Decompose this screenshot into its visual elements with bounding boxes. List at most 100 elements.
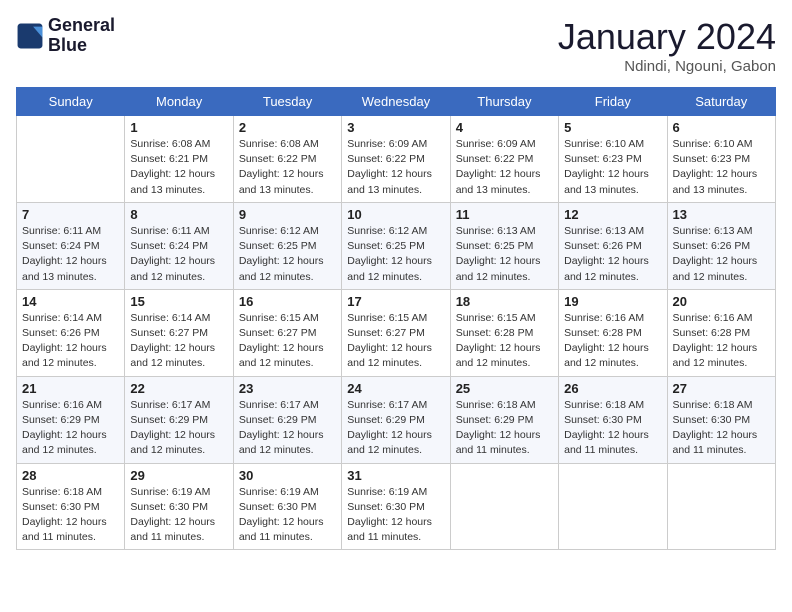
calendar-cell: 31 Sunrise: 6:19 AMSunset: 6:30 PMDayligh… — [342, 463, 450, 550]
day-info: Sunrise: 6:18 AMSunset: 6:29 PMDaylight:… — [456, 398, 553, 459]
day-info: Sunrise: 6:19 AMSunset: 6:30 PMDaylight:… — [130, 485, 227, 546]
day-info: Sunrise: 6:12 AMSunset: 6:25 PMDaylight:… — [347, 224, 444, 285]
day-number: 2 — [239, 120, 336, 135]
day-info: Sunrise: 6:13 AMSunset: 6:25 PMDaylight:… — [456, 224, 553, 285]
logo-line1: General — [48, 16, 115, 36]
calendar-cell: 15Sunrise: 6:14 AMSunset: 6:27 PMDayligh… — [125, 289, 233, 376]
day-number: 5 — [564, 120, 661, 135]
month-title: January 2024 — [558, 16, 776, 58]
calendar-cell — [450, 463, 558, 550]
day-info: Sunrise: 6:11 AMSunset: 6:24 PMDaylight:… — [130, 224, 227, 285]
calendar-cell: 13 Sunrise: 6:13 AMSunset: 6:26 PMDayligh… — [667, 202, 775, 289]
calendar-table: SundayMondayTuesdayWednesdayThursdayFrid… — [16, 87, 776, 550]
day-header-sunday: Sunday — [17, 88, 125, 116]
day-info: Sunrise: 6:17 AMSunset: 6:29 PMDaylight:… — [130, 398, 227, 459]
calendar-cell: 25Sunrise: 6:18 AMSunset: 6:29 PMDayligh… — [450, 376, 558, 463]
day-info: Sunrise: 6:14 AMSunset: 6:27 PMDaylight:… — [130, 311, 227, 372]
calendar-cell: 19 Sunrise: 6:16 AMSunset: 6:28 PMDayligh… — [559, 289, 667, 376]
day-info: Sunrise: 6:09 AMSunset: 6:22 PMDaylight:… — [456, 137, 553, 198]
day-number: 31 — [347, 468, 444, 483]
week-row-4: 21Sunrise: 6:16 AMSunset: 6:29 PMDayligh… — [17, 376, 776, 463]
week-row-5: 28 Sunrise: 6:18 AMSunset: 6:30 PMDayligh… — [17, 463, 776, 550]
day-number: 22 — [130, 381, 227, 396]
day-number: 6 — [673, 120, 770, 135]
calendar-cell: 1Sunrise: 6:08 AMSunset: 6:21 PMDaylight… — [125, 116, 233, 203]
calendar-cell: 27 Sunrise: 6:18 AMSunset: 6:30 PMDayligh… — [667, 376, 775, 463]
calendar-cell: 23 Sunrise: 6:17 AMSunset: 6:29 PMDayligh… — [233, 376, 341, 463]
day-info: Sunrise: 6:16 AMSunset: 6:28 PMDaylight:… — [673, 311, 770, 372]
day-info: Sunrise: 6:18 AMSunset: 6:30 PMDaylight:… — [673, 398, 770, 459]
day-number: 29 — [130, 468, 227, 483]
calendar-cell — [17, 116, 125, 203]
day-info: Sunrise: 6:15 AMSunset: 6:27 PMDaylight:… — [239, 311, 336, 372]
calendar-cell: 30Sunrise: 6:19 AMSunset: 6:30 PMDayligh… — [233, 463, 341, 550]
day-info: Sunrise: 6:16 AMSunset: 6:28 PMDaylight:… — [564, 311, 661, 372]
week-row-2: 7 Sunrise: 6:11 AMSunset: 6:24 PMDaylight… — [17, 202, 776, 289]
calendar-cell: 3 Sunrise: 6:09 AMSunset: 6:22 PMDaylight… — [342, 116, 450, 203]
day-info: Sunrise: 6:18 AMSunset: 6:30 PMDaylight:… — [564, 398, 661, 459]
logo-line2: Blue — [48, 36, 115, 56]
calendar-cell: 14 Sunrise: 6:14 AMSunset: 6:26 PMDayligh… — [17, 289, 125, 376]
day-number: 11 — [456, 207, 553, 222]
day-header-wednesday: Wednesday — [342, 88, 450, 116]
calendar-header: SundayMondayTuesdayWednesdayThursdayFrid… — [17, 88, 776, 116]
day-number: 27 — [673, 381, 770, 396]
logo: General Blue — [16, 16, 115, 56]
calendar-cell: 20Sunrise: 6:16 AMSunset: 6:28 PMDayligh… — [667, 289, 775, 376]
calendar-cell — [667, 463, 775, 550]
day-info: Sunrise: 6:14 AMSunset: 6:26 PMDaylight:… — [22, 311, 119, 372]
day-header-monday: Monday — [125, 88, 233, 116]
day-number: 18 — [456, 294, 553, 309]
logo-icon — [16, 22, 44, 50]
calendar-cell: 5 Sunrise: 6:10 AMSunset: 6:23 PMDaylight… — [559, 116, 667, 203]
day-info: Sunrise: 6:11 AMSunset: 6:24 PMDaylight:… — [22, 224, 119, 285]
day-info: Sunrise: 6:08 AMSunset: 6:22 PMDaylight:… — [239, 137, 336, 198]
calendar-cell: 22 Sunrise: 6:17 AMSunset: 6:29 PMDayligh… — [125, 376, 233, 463]
day-number: 7 — [22, 207, 119, 222]
day-info: Sunrise: 6:19 AMSunset: 6:30 PMDaylight:… — [347, 485, 444, 546]
calendar-cell: 6Sunrise: 6:10 AMSunset: 6:23 PMDaylight… — [667, 116, 775, 203]
day-info: Sunrise: 6:15 AMSunset: 6:28 PMDaylight:… — [456, 311, 553, 372]
week-row-3: 14 Sunrise: 6:14 AMSunset: 6:26 PMDayligh… — [17, 289, 776, 376]
calendar-cell: 18 Sunrise: 6:15 AMSunset: 6:28 PMDayligh… — [450, 289, 558, 376]
calendar-cell: 26 Sunrise: 6:18 AMSunset: 6:30 PMDayligh… — [559, 376, 667, 463]
day-info: Sunrise: 6:15 AMSunset: 6:27 PMDaylight:… — [347, 311, 444, 372]
day-number: 3 — [347, 120, 444, 135]
calendar-body: 1Sunrise: 6:08 AMSunset: 6:21 PMDaylight… — [17, 116, 776, 550]
day-info: Sunrise: 6:17 AMSunset: 6:29 PMDaylight:… — [347, 398, 444, 459]
day-info: Sunrise: 6:10 AMSunset: 6:23 PMDaylight:… — [564, 137, 661, 198]
calendar-cell — [559, 463, 667, 550]
calendar-cell: 8Sunrise: 6:11 AMSunset: 6:24 PMDaylight… — [125, 202, 233, 289]
day-header-saturday: Saturday — [667, 88, 775, 116]
day-number: 13 — [673, 207, 770, 222]
day-header-friday: Friday — [559, 88, 667, 116]
day-number: 19 — [564, 294, 661, 309]
day-info: Sunrise: 6:09 AMSunset: 6:22 PMDaylight:… — [347, 137, 444, 198]
day-info: Sunrise: 6:18 AMSunset: 6:30 PMDaylight:… — [22, 485, 119, 546]
calendar-cell: 4Sunrise: 6:09 AMSunset: 6:22 PMDaylight… — [450, 116, 558, 203]
calendar-cell: 17Sunrise: 6:15 AMSunset: 6:27 PMDayligh… — [342, 289, 450, 376]
calendar-cell: 10Sunrise: 6:12 AMSunset: 6:25 PMDayligh… — [342, 202, 450, 289]
calendar-cell: 12Sunrise: 6:13 AMSunset: 6:26 PMDayligh… — [559, 202, 667, 289]
day-number: 26 — [564, 381, 661, 396]
calendar-cell: 28 Sunrise: 6:18 AMSunset: 6:30 PMDayligh… — [17, 463, 125, 550]
day-number: 23 — [239, 381, 336, 396]
day-number: 14 — [22, 294, 119, 309]
week-row-1: 1Sunrise: 6:08 AMSunset: 6:21 PMDaylight… — [17, 116, 776, 203]
calendar-cell: 11 Sunrise: 6:13 AMSunset: 6:25 PMDayligh… — [450, 202, 558, 289]
day-number: 21 — [22, 381, 119, 396]
day-info: Sunrise: 6:19 AMSunset: 6:30 PMDaylight:… — [239, 485, 336, 546]
day-info: Sunrise: 6:17 AMSunset: 6:29 PMDaylight:… — [239, 398, 336, 459]
calendar-cell: 2 Sunrise: 6:08 AMSunset: 6:22 PMDaylight… — [233, 116, 341, 203]
calendar-cell: 24Sunrise: 6:17 AMSunset: 6:29 PMDayligh… — [342, 376, 450, 463]
page-header: General Blue January 2024 Ndindi, Ngouni… — [16, 16, 776, 75]
calendar-cell: 9Sunrise: 6:12 AMSunset: 6:25 PMDaylight… — [233, 202, 341, 289]
calendar-cell: 29 Sunrise: 6:19 AMSunset: 6:30 PMDayligh… — [125, 463, 233, 550]
day-info: Sunrise: 6:13 AMSunset: 6:26 PMDaylight:… — [673, 224, 770, 285]
calendar-cell: 16Sunrise: 6:15 AMSunset: 6:27 PMDayligh… — [233, 289, 341, 376]
title-block: January 2024 Ndindi, Ngouni, Gabon — [558, 16, 776, 75]
day-info: Sunrise: 6:08 AMSunset: 6:21 PMDaylight:… — [130, 137, 227, 198]
location: Ndindi, Ngouni, Gabon — [558, 58, 776, 75]
day-header-tuesday: Tuesday — [233, 88, 341, 116]
day-number: 28 — [22, 468, 119, 483]
